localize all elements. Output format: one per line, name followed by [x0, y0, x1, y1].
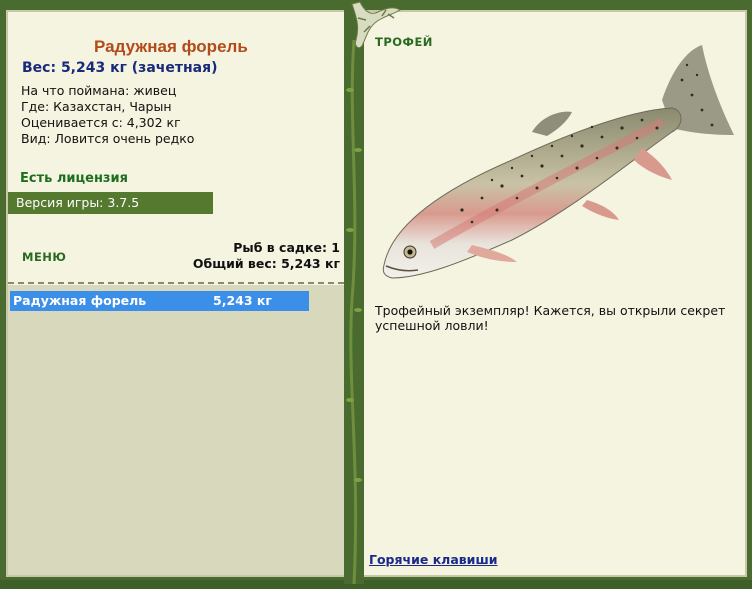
- version-bar: Версия игры: 3.7.5: [8, 192, 213, 214]
- menu-button[interactable]: МЕНЮ: [22, 250, 66, 264]
- license-status: Есть лицензия: [20, 171, 128, 186]
- list-item-name: Радужная форель: [13, 293, 147, 308]
- rainbow-trout-image: [382, 45, 734, 279]
- hotkeys-link[interactable]: Горячие клавиши: [369, 552, 497, 567]
- location-info: Где: Казахстан, Чарын: [21, 99, 172, 114]
- divider: [8, 282, 344, 284]
- vine-decoration: [344, 0, 364, 584]
- fish-count: Рыб в садке: 1: [233, 240, 340, 255]
- fish-title: Радужная форель: [94, 37, 248, 56]
- keepnet-stats: Рыб в садке: 1 Общий вес: 5,243 кг: [193, 240, 340, 272]
- valued-from-info: Оценивается с: 4,302 кг: [21, 115, 181, 130]
- frame-bottom-border: [0, 580, 752, 589]
- fish-weight: Вес: 5,243 кг (зачетная): [22, 60, 218, 76]
- bait-info: На что поймана: живец: [21, 83, 177, 98]
- lizard-icon: [351, 1, 401, 49]
- list-item[interactable]: Радужная форель 5,243 кг: [10, 291, 309, 311]
- total-weight: Общий вес: 5,243 кг: [192, 256, 340, 271]
- kind-info: Вид: Ловится очень редко: [21, 131, 195, 146]
- trophy-description: Трофейный экземпляр! Кажется, вы открыли…: [375, 303, 726, 333]
- catch-list-area: [8, 285, 344, 575]
- list-item-weight: 5,243 кг: [213, 293, 272, 308]
